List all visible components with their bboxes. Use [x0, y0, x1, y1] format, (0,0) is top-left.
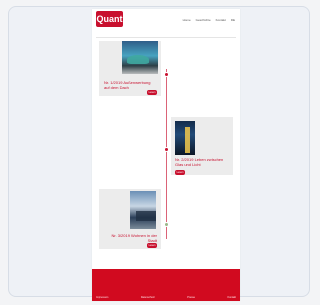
entry-title-2: Nr. 2/2019 Leben zwischen Glas und Licht — [175, 157, 224, 167]
header-divider — [96, 37, 236, 38]
footer-link-contact[interactable]: Kontakt — [228, 296, 236, 299]
timeline-card-2[interactable]: Nr. 2/2019 Leben zwischen Glas und Licht… — [171, 117, 233, 175]
entry-title-3: Nr. 3/2019 Wohnen in der Stadt — [111, 233, 157, 243]
site-logo[interactable]: Quant — [96, 11, 123, 27]
timeline-card-3[interactable]: Nr. 3/2019 Wohnen in der Stadt Lesen — [99, 189, 161, 249]
entry-photo-2 — [175, 121, 195, 155]
top-nav: Home Geschichte Kontakt DE — [183, 18, 235, 22]
footer-link-imprint[interactable]: Impressum — [96, 296, 108, 299]
timeline-card-1[interactable]: Nr. 1/2019 Außenwerbung auf dem Dach Les… — [99, 41, 161, 96]
website-preview: Quant Home Geschichte Kontakt DE Nr. 1/2… — [92, 9, 240, 301]
nav-item-home[interactable]: Home — [183, 18, 191, 22]
site-footer: Impressum Datenschutz Presse Kontakt — [92, 269, 240, 301]
entry-title-1: Nr. 1/2019 Außenwerbung auf dem Dach — [104, 80, 151, 90]
nav-item-contact[interactable]: Kontakt — [216, 18, 226, 22]
entry-button-2[interactable]: Lesen — [175, 170, 185, 175]
entry-button-1[interactable]: Lesen — [147, 90, 157, 95]
footer-link-privacy[interactable]: Datenschutz — [141, 296, 155, 299]
timeline-dot-icon — [164, 222, 169, 227]
timeline-line — [166, 69, 167, 239]
footer-links: Impressum Datenschutz Presse Kontakt — [92, 296, 240, 299]
site-header: Quant Home Geschichte Kontakt DE — [92, 9, 240, 39]
entry-button-3[interactable]: Lesen — [147, 243, 157, 248]
entry-photo-3 — [130, 191, 156, 229]
timeline-dot-icon — [164, 147, 169, 152]
nav-item-history[interactable]: Geschichte — [196, 18, 211, 22]
entry-photo-1 — [122, 41, 158, 74]
nav-item-language[interactable]: DE — [231, 18, 235, 22]
timeline-dot-icon — [164, 72, 169, 77]
footer-link-press[interactable]: Presse — [187, 296, 195, 299]
